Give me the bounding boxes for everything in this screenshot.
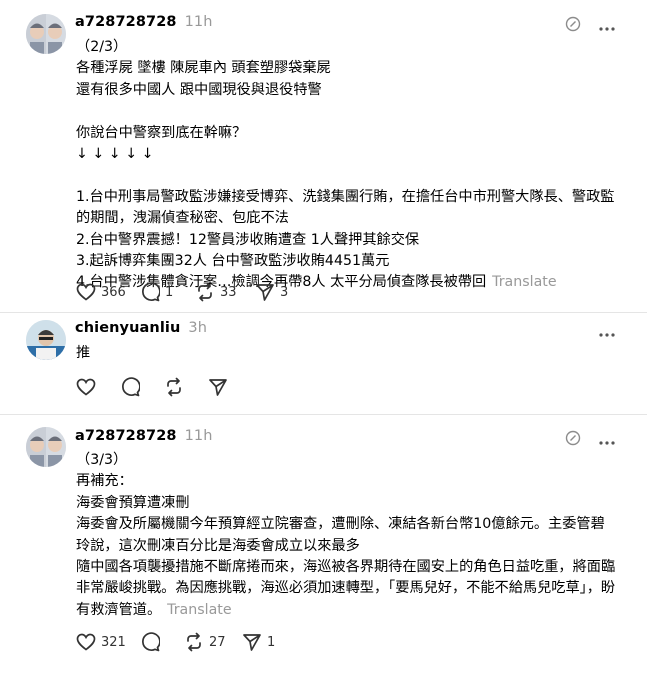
repost-icon: [187, 632, 201, 652]
username[interactable]: a728728728: [75, 14, 177, 30]
like-button[interactable]: 366: [76, 283, 140, 301]
like-button[interactable]: [76, 378, 120, 396]
post-top-icons: [565, 16, 615, 36]
comment-icon: [122, 377, 140, 397]
post-text: （3/3） 再補充： 海委會預算遭凍刪 海委會及所屬機關今年預算經立院審查，遭刪…: [76, 450, 617, 621]
share-button[interactable]: 3: [255, 282, 295, 302]
translate-link[interactable]: Translate: [167, 602, 231, 618]
edit-history-icon[interactable]: [565, 430, 581, 450]
more-options-icon[interactable]: [599, 431, 615, 450]
comment-icon: [142, 632, 160, 652]
repost-button[interactable]: 27: [184, 632, 242, 652]
post-text: （2/3） 各種浮屍 墜樓 陳屍車內 頭套塑膠袋棄屍 還有很多中國人 跟中國現役…: [76, 37, 617, 294]
translate-link[interactable]: Translate: [492, 274, 556, 290]
post-text: 推: [76, 343, 617, 364]
more-options-icon[interactable]: [599, 323, 615, 342]
post-actions: 366 1 33 3: [76, 282, 295, 302]
share-count: 1: [267, 634, 276, 650]
divider: [0, 312, 647, 313]
avatar[interactable]: [26, 320, 66, 360]
timestamp: 11h: [184, 428, 213, 444]
divider: [0, 414, 647, 415]
username[interactable]: a728728728: [75, 428, 177, 444]
avatar[interactable]: [26, 427, 66, 467]
like-button[interactable]: 321: [76, 633, 140, 651]
like-count: 366: [101, 284, 126, 300]
comment-button[interactable]: 1: [140, 282, 195, 302]
repost-button[interactable]: [164, 377, 208, 397]
post-body: （2/3） 各種浮屍 墜樓 陳屍車內 頭套塑膠袋棄屍 還有很多中國人 跟中國現役…: [76, 39, 615, 291]
post-actions: 321 27 1: [76, 632, 282, 652]
timestamp: 3h: [188, 320, 208, 336]
repost-icon: [198, 282, 212, 302]
send-icon: [243, 634, 261, 651]
post-top-icons: [599, 323, 615, 342]
share-button[interactable]: [208, 377, 238, 397]
avatar[interactable]: [26, 14, 66, 54]
post-body: （3/3） 再補充： 海委會預算遭凍刪 海委會及所屬機關今年預算經立院審查，遭刪…: [76, 452, 616, 618]
timestamp: 11h: [184, 14, 213, 30]
share-count: 3: [280, 284, 289, 300]
post-actions: [76, 377, 238, 397]
share-button[interactable]: 1: [242, 632, 282, 652]
post-header: chienyuanliu 3h: [75, 320, 207, 336]
comment-count: 1: [165, 284, 174, 300]
heart-icon: [76, 378, 96, 396]
comment-icon: [142, 282, 160, 302]
repost-icon: [167, 377, 181, 397]
more-options-icon[interactable]: [599, 17, 615, 36]
like-count: 321: [101, 634, 126, 650]
heart-icon: [76, 283, 96, 301]
post-header: a728728728 11h: [75, 428, 213, 444]
repost-count: 33: [220, 284, 237, 300]
repost-button[interactable]: 33: [195, 282, 255, 302]
post-body: 推: [76, 345, 91, 361]
post-header: a728728728 11h: [75, 14, 213, 30]
comment-button[interactable]: [120, 377, 164, 397]
post-top-icons: [565, 430, 615, 450]
repost-count: 27: [209, 634, 226, 650]
send-icon: [209, 379, 227, 396]
send-icon: [256, 284, 274, 301]
username[interactable]: chienyuanliu: [75, 320, 180, 336]
comment-button[interactable]: [140, 632, 184, 652]
heart-icon: [76, 633, 96, 651]
edit-history-icon[interactable]: [565, 16, 581, 36]
